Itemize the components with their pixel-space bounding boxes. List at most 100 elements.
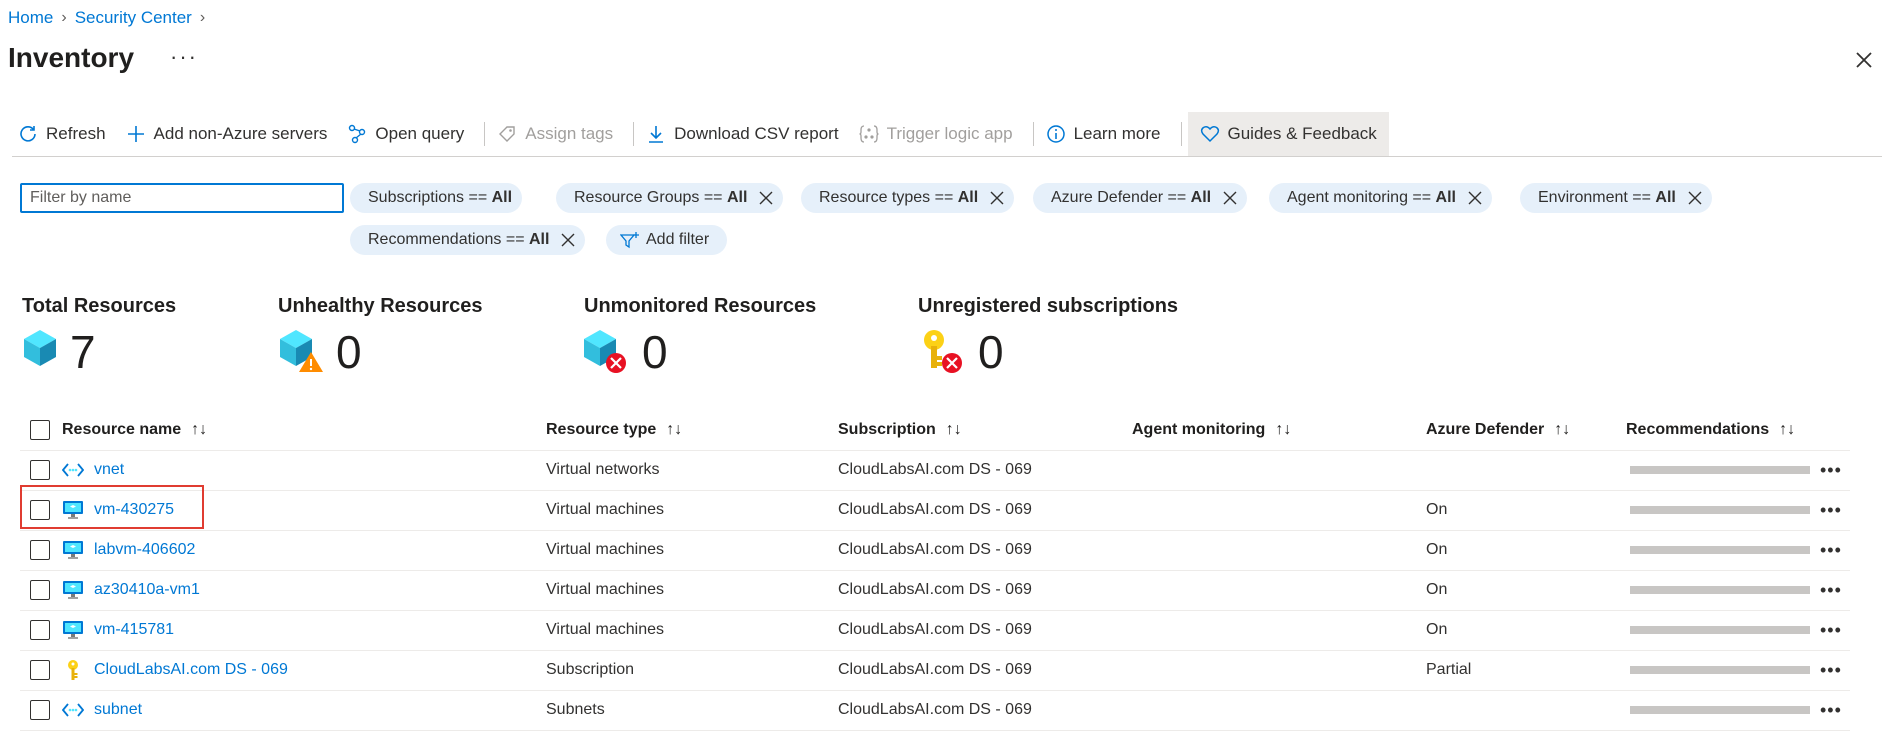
sort-icon: ↑↓ <box>666 421 683 438</box>
filter-pill-label: Environment == All <box>1538 189 1676 206</box>
info-icon <box>1046 125 1065 143</box>
filter-pill-label: Recommendations == All <box>368 231 550 248</box>
tag-icon <box>499 126 515 142</box>
subscription-cell: CloudLabsAI.com DS - 069 <box>838 501 1032 518</box>
close-icon[interactable] <box>1223 191 1237 205</box>
open-query-label: Open query <box>375 124 465 143</box>
row-more-icon[interactable]: ••• <box>1820 620 1842 641</box>
filter-pill-azure-defender[interactable]: Azure Defender == All <box>1033 183 1248 213</box>
toolbar-divider <box>484 122 486 146</box>
resource-name-link[interactable]: vnet <box>94 461 124 479</box>
resource-name-link[interactable]: subnet <box>94 701 142 719</box>
table-row[interactable]: vnet Virtual networks CloudLabsAI.com DS -… <box>20 450 1850 491</box>
resource-name-link[interactable]: vm-415781 <box>94 621 174 639</box>
filter-pill-resource-types[interactable]: Resource types == All <box>801 183 1015 213</box>
azure-defender-cell: On <box>1426 621 1448 638</box>
close-icon[interactable] <box>1688 191 1702 205</box>
close-icon[interactable] <box>1468 191 1482 205</box>
trigger-logic-app-label: Trigger logic app <box>886 124 1013 143</box>
filter-pill-resource-groups[interactable]: Resource Groups == All <box>556 183 784 213</box>
row-checkbox[interactable] <box>30 620 50 640</box>
guides-feedback-button[interactable]: Guides & Feedback <box>1187 112 1389 156</box>
open-query-button[interactable]: Open query <box>341 112 478 156</box>
add-filter-label: Add filter <box>646 231 710 248</box>
unhealthy-resources-value: 0 <box>336 326 362 378</box>
vm-icon <box>62 580 84 600</box>
column-header-agent-monitoring[interactable]: Agent monitoring ↑↓ <box>1132 410 1291 450</box>
table-row[interactable]: vm-415781 Virtual machines CloudLabsAI.com… <box>20 610 1850 651</box>
row-checkbox[interactable] <box>30 460 50 480</box>
query-icon <box>349 124 366 144</box>
cube-error-icon <box>584 330 626 373</box>
filter-pill-subscriptions[interactable]: Subscriptions == All <box>350 183 523 213</box>
column-header-recommendations[interactable]: Recommendations ↑↓ <box>1626 410 1795 450</box>
assign-tags-button[interactable]: Assign tags <box>491 112 627 156</box>
row-checkbox[interactable] <box>30 580 50 600</box>
refresh-button[interactable]: Refresh <box>12 112 120 156</box>
unmonitored-resources-value: 0 <box>642 326 668 378</box>
column-header-azure-defender[interactable]: Azure Defender ↑↓ <box>1426 410 1570 450</box>
key-icon <box>62 659 84 681</box>
filter-pill-environment[interactable]: Environment == All <box>1520 183 1712 213</box>
toolbar-divider <box>1180 122 1182 146</box>
row-more-icon[interactable]: ••• <box>1820 460 1842 481</box>
table-row[interactable]: CloudLabsAI.com DS - 069 Subscription Clou… <box>20 650 1850 691</box>
close-icon[interactable] <box>1852 48 1876 72</box>
unregistered-subscriptions-value: 0 <box>978 326 1004 378</box>
resource-name-link[interactable]: CloudLabsAI.com DS - 069 <box>94 661 288 679</box>
add-servers-label: Add non-Azure servers <box>153 124 328 143</box>
recommendations-bar <box>1630 546 1810 554</box>
subscription-cell: CloudLabsAI.com DS - 069 <box>838 581 1032 598</box>
table-row[interactable]: labvm-406602 Virtual machines CloudLabsAI.… <box>20 530 1850 571</box>
resource-type-cell: Virtual machines <box>546 541 664 558</box>
table-row[interactable]: az30410a-vm1 Virtual machines CloudLabsAI.… <box>20 570 1850 611</box>
trigger-logic-app-button[interactable]: Trigger logic app <box>853 112 1027 156</box>
row-checkbox[interactable] <box>30 700 50 720</box>
resource-name-link[interactable]: az30410a-vm1 <box>94 581 200 599</box>
close-icon[interactable] <box>759 191 773 205</box>
vnet-icon <box>62 702 84 718</box>
close-icon[interactable] <box>990 191 1004 205</box>
resource-type-cell: Virtual machines <box>546 581 664 598</box>
recommendations-bar <box>1630 706 1810 714</box>
sort-icon: ↑↓ <box>191 421 208 438</box>
filter-pill-label: Resource types == All <box>819 189 979 206</box>
recommendations-bar <box>1630 626 1810 634</box>
row-more-icon[interactable]: ••• <box>1820 700 1842 721</box>
row-checkbox[interactable] <box>30 540 50 560</box>
more-options-button[interactable]: ··· <box>170 44 198 70</box>
row-more-icon[interactable]: ••• <box>1820 540 1842 561</box>
row-more-icon[interactable]: ••• <box>1820 580 1842 601</box>
breadcrumb-security-center[interactable]: Security Center <box>75 8 192 28</box>
subscription-cell: CloudLabsAI.com DS - 069 <box>838 661 1032 678</box>
filter-by-name-input[interactable] <box>20 183 344 213</box>
resource-type-cell: Virtual machines <box>546 501 664 518</box>
download-csv-button[interactable]: Download CSV report <box>640 112 852 156</box>
add-filter-button[interactable]: Add filter <box>606 225 728 255</box>
select-all-checkbox[interactable] <box>30 420 50 440</box>
table-row[interactable]: subnet Subnets CloudLabsAI.com DS - 069 ••• <box>20 690 1850 731</box>
add-filter-icon <box>620 232 639 249</box>
download-icon <box>649 126 664 143</box>
column-header-resource-name[interactable]: Resource name ↑↓ <box>62 410 207 450</box>
row-checkbox[interactable] <box>30 660 50 680</box>
toolbar-divider <box>1032 122 1034 146</box>
azure-defender-cell: On <box>1426 581 1448 598</box>
logic-app-icon <box>859 125 879 143</box>
sort-icon: ↑↓ <box>945 421 962 438</box>
row-more-icon[interactable]: ••• <box>1820 660 1842 681</box>
page-title: Inventory <box>8 42 135 73</box>
add-servers-button[interactable]: Add non-Azure servers <box>120 112 342 156</box>
chevron-right-icon: › <box>61 9 67 26</box>
column-header-subscription[interactable]: Subscription ↑↓ <box>838 410 962 450</box>
breadcrumb-home[interactable]: Home <box>8 8 53 28</box>
filter-pill-agent-monitoring[interactable]: Agent monitoring == All <box>1269 183 1492 213</box>
close-icon[interactable] <box>561 233 575 247</box>
row-more-icon[interactable]: ••• <box>1820 500 1842 521</box>
column-header-resource-type[interactable]: Resource type ↑↓ <box>546 410 682 450</box>
learn-more-button[interactable]: Learn more <box>1040 112 1175 156</box>
filter-pill-recommendations[interactable]: Recommendations == All <box>350 225 586 255</box>
resource-name-link[interactable]: labvm-406602 <box>94 541 195 559</box>
refresh-icon <box>20 126 36 142</box>
table-row[interactable]: vm-430275 Virtual machines CloudLabsAI.com… <box>20 490 1850 531</box>
